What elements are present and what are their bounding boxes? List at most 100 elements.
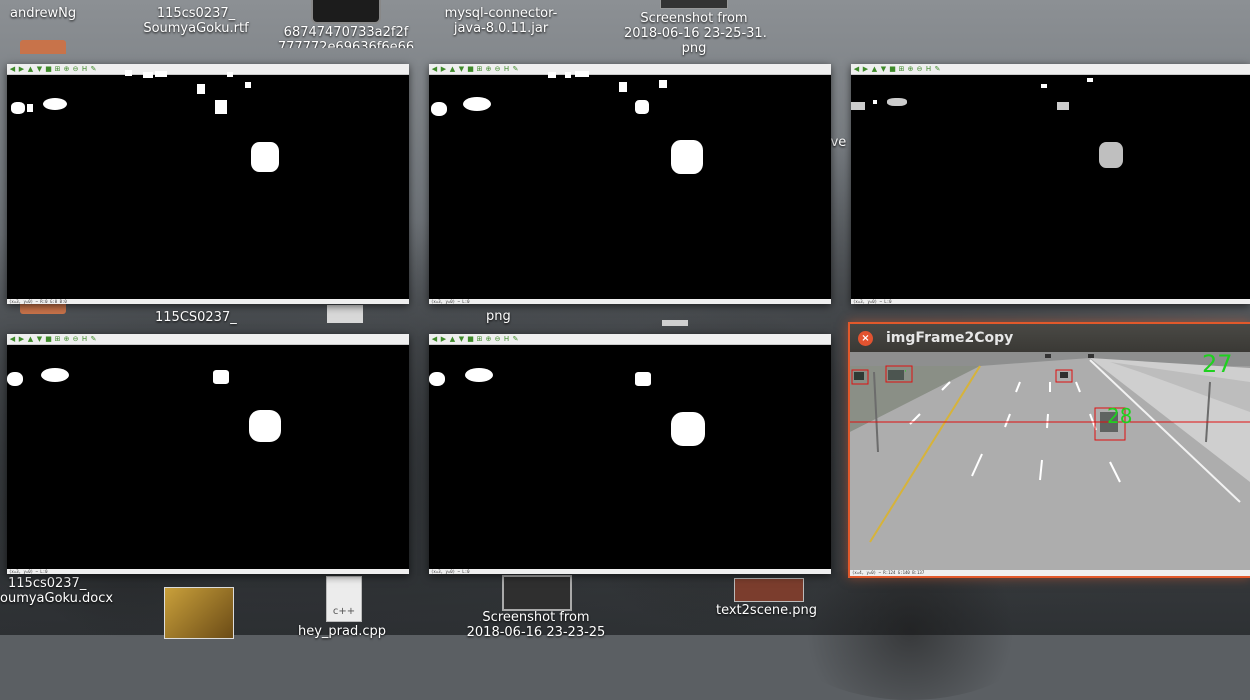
desktop-label-cpp[interactable]: hey_prad.cpp bbox=[298, 624, 386, 639]
document-icon[interactable] bbox=[327, 305, 363, 323]
zoom-fit-icon[interactable]: ⊞ bbox=[54, 66, 61, 73]
vehicle-count-label: 27 bbox=[1202, 352, 1233, 378]
image-viewer-window[interactable]: ◀ ▶ ▲ ▼ ■ ⊞ ⊕ ⊖ H ✎ (x=3, y=0) ~ L:0 bbox=[7, 334, 409, 574]
save-icon[interactable]: ■ bbox=[889, 66, 896, 73]
zoom-out-icon[interactable]: ⊖ bbox=[494, 336, 501, 343]
zoom-100-icon[interactable]: H bbox=[503, 336, 510, 343]
zoom-out-icon[interactable]: ⊖ bbox=[72, 66, 79, 73]
viewer-status: (x=3, y=0) ~ L:0 bbox=[851, 299, 1250, 304]
zoom-fit-icon[interactable]: ⊞ bbox=[476, 66, 483, 73]
save-icon[interactable]: ■ bbox=[45, 66, 52, 73]
arrow-up-icon[interactable]: ▲ bbox=[27, 66, 34, 73]
arrow-up-icon[interactable]: ▲ bbox=[871, 66, 878, 73]
desktop-label-png[interactable]: png bbox=[486, 309, 511, 324]
mask-blob bbox=[213, 370, 229, 384]
save-icon[interactable]: ■ bbox=[467, 336, 474, 343]
arrow-left-icon[interactable]: ◀ bbox=[9, 336, 16, 343]
zoom-fit-icon[interactable]: ⊞ bbox=[476, 336, 483, 343]
avatar-file-icon[interactable] bbox=[311, 0, 381, 24]
desktop-label-docx[interactable]: 115cs0237_ oumyaGoku.docx bbox=[0, 576, 120, 606]
arrow-left-icon[interactable]: ◀ bbox=[431, 336, 438, 343]
screenshot-thumb-icon[interactable] bbox=[660, 0, 728, 9]
arrow-left-icon[interactable]: ◀ bbox=[431, 66, 438, 73]
image-thumb-icon[interactable] bbox=[734, 578, 804, 602]
zoom-in-icon[interactable]: ⊕ bbox=[485, 66, 492, 73]
image-viewer-window[interactable]: ◀ ▶ ▲ ▼ ■ ⊞ ⊕ ⊖ H ✎ (x=3, y=0) ~ R:0 G:0 B:0 bbox=[7, 64, 409, 304]
close-icon[interactable]: × bbox=[858, 331, 873, 346]
window-titlebar[interactable]: × imgFrame2Copy bbox=[850, 324, 1250, 352]
zoom-out-icon[interactable]: ⊖ bbox=[916, 66, 923, 73]
label-line: Screenshot from bbox=[640, 11, 748, 26]
viewer-toolbar: ◀ ▶ ▲ ▼ ■ ⊞ ⊕ ⊖ H ✎ bbox=[7, 64, 409, 75]
folder-icon[interactable] bbox=[20, 40, 66, 54]
properties-icon[interactable]: ✎ bbox=[90, 336, 97, 343]
arrow-left-icon[interactable]: ◀ bbox=[9, 66, 16, 73]
mask-blob bbox=[41, 368, 69, 382]
properties-icon[interactable]: ✎ bbox=[934, 66, 941, 73]
arrow-right-icon[interactable]: ▶ bbox=[440, 66, 447, 73]
viewer-toolbar: ◀ ▶ ▲ ▼ ■ ⊞ ⊕ ⊖ H ✎ bbox=[429, 64, 831, 75]
arrow-up-icon[interactable]: ▲ bbox=[449, 66, 456, 73]
zoom-100-icon[interactable]: H bbox=[81, 336, 88, 343]
arrow-down-icon[interactable]: ▼ bbox=[36, 336, 43, 343]
arrow-right-icon[interactable]: ▶ bbox=[18, 66, 25, 73]
zoom-out-icon[interactable]: ⊖ bbox=[494, 66, 501, 73]
image-viewer-window[interactable]: ◀ ▶ ▲ ▼ ■ ⊞ ⊕ ⊖ H ✎ (x=3, y=0) ~ L:0 bbox=[429, 64, 831, 304]
zoom-in-icon[interactable]: ⊕ bbox=[63, 66, 70, 73]
arrow-down-icon[interactable]: ▼ bbox=[458, 66, 465, 73]
desktop-label-screenshot-2[interactable]: Screenshot from 2018-06-16 23-23-25 bbox=[466, 610, 606, 640]
image-thumb-icon[interactable] bbox=[164, 587, 234, 639]
zoom-in-icon[interactable]: ⊕ bbox=[485, 336, 492, 343]
mask-blob bbox=[565, 72, 571, 78]
small-car-label: · bbox=[904, 367, 907, 377]
arrow-up-icon[interactable]: ▲ bbox=[449, 336, 456, 343]
imgframe2copy-window[interactable]: × imgFrame2Copy 27 28 · (x=4, y=0) ~ R:1… bbox=[848, 322, 1250, 578]
save-icon[interactable]: ■ bbox=[467, 66, 474, 73]
arrow-right-icon[interactable]: ▶ bbox=[862, 66, 869, 73]
zoom-fit-icon[interactable]: ⊞ bbox=[54, 336, 61, 343]
zoom-out-icon[interactable]: ⊖ bbox=[72, 336, 79, 343]
mask-blob bbox=[429, 372, 445, 386]
desktop-label-hash[interactable]: 68747470733a2f2f 777772e69636f6e66 bbox=[276, 25, 416, 48]
properties-icon[interactable]: ✎ bbox=[90, 66, 97, 73]
mask-blob bbox=[43, 98, 67, 110]
label-line: png bbox=[681, 41, 707, 56]
image-viewer-window[interactable]: ◀ ▶ ▲ ▼ ■ ⊞ ⊕ ⊖ H ✎ (x=3, y=0) ~ L:0 bbox=[429, 334, 831, 574]
highway-scene: 27 28 · bbox=[850, 352, 1250, 574]
zoom-100-icon[interactable]: H bbox=[503, 66, 510, 73]
image-viewer-window[interactable]: ◀ ▶ ▲ ▼ ■ ⊞ ⊕ ⊖ H ✎ (x=3, y=0) ~ L:0 bbox=[851, 64, 1250, 304]
viewer-status: (x=3, y=0) ~ R:0 G:0 B:0 bbox=[7, 299, 409, 304]
mask-blob bbox=[11, 102, 25, 114]
zoom-in-icon[interactable]: ⊕ bbox=[907, 66, 914, 73]
arrow-right-icon[interactable]: ▶ bbox=[18, 336, 25, 343]
highway-frame-image: 27 28 · bbox=[850, 352, 1250, 574]
desktop-label-mysql[interactable]: mysql-connector- java-8.0.11.jar bbox=[438, 6, 564, 36]
screenshot-thumb-icon[interactable] bbox=[502, 575, 572, 611]
desktop-label-rtf[interactable]: 115cs0237_ SoumyaGoku.rtf bbox=[136, 6, 256, 36]
desktop-label-andrewng[interactable]: andrewNg bbox=[10, 6, 76, 21]
cpp-file-icon[interactable]: c++ bbox=[326, 576, 362, 622]
arrow-down-icon[interactable]: ▼ bbox=[458, 336, 465, 343]
arrow-down-icon[interactable]: ▼ bbox=[880, 66, 887, 73]
desktop-label-screenshot-1[interactable]: Screenshot from 2018-06-16 23-25-31. png bbox=[624, 11, 767, 56]
properties-icon[interactable]: ✎ bbox=[512, 336, 519, 343]
arrow-up-icon[interactable]: ▲ bbox=[27, 336, 34, 343]
mask-blob bbox=[671, 412, 705, 446]
arrow-down-icon[interactable]: ▼ bbox=[36, 66, 43, 73]
properties-icon[interactable]: ✎ bbox=[512, 66, 519, 73]
arrow-right-icon[interactable]: ▶ bbox=[440, 336, 447, 343]
arrow-left-icon[interactable]: ◀ bbox=[853, 66, 860, 73]
save-icon[interactable]: ■ bbox=[45, 336, 52, 343]
zoom-100-icon[interactable]: H bbox=[81, 66, 88, 73]
text-file-icon[interactable] bbox=[662, 320, 688, 326]
zoom-in-icon[interactable]: ⊕ bbox=[63, 336, 70, 343]
label-line: 777772e69636f6e66 bbox=[277, 40, 415, 48]
zoom-fit-icon[interactable]: ⊞ bbox=[898, 66, 905, 73]
desktop-label-text2scene[interactable]: text2scene.png bbox=[716, 603, 817, 618]
zoom-100-icon[interactable]: H bbox=[925, 66, 932, 73]
desktop-label-folder[interactable]: 115CS0237_ bbox=[155, 310, 237, 325]
mask-blob bbox=[249, 410, 281, 442]
label-line: SoumyaGoku.rtf bbox=[143, 21, 249, 36]
viewer-toolbar: ◀ ▶ ▲ ▼ ■ ⊞ ⊕ ⊖ H ✎ bbox=[7, 334, 409, 345]
mask-blob bbox=[635, 100, 649, 114]
